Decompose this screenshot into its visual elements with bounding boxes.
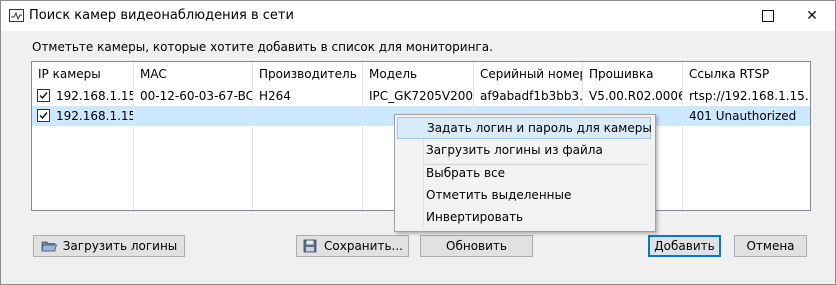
- cell-vendor: H264: [253, 86, 363, 106]
- menu-item-set-credentials[interactable]: Задать логин и пароль для камеры: [397, 117, 652, 139]
- floppy-disk-icon: [302, 239, 318, 253]
- cell-serial: af9abadf1b3bb3...: [474, 86, 583, 106]
- row-checkbox[interactable]: [37, 89, 50, 102]
- cell-firmware: V5.00.R02.0006...: [583, 86, 683, 106]
- table-row[interactable]: 192.168.1.158 00-12-60-03-67-BC H264 IPC…: [32, 86, 810, 106]
- cell-mac: [134, 106, 253, 126]
- title-bar[interactable]: Поиск камер видеонаблюдения в сети ✕: [1, 1, 835, 31]
- ip-value: 192.168.1.158: [56, 89, 133, 103]
- row-checkbox[interactable]: [37, 109, 50, 122]
- cell-model: IPC_GK7205V200...: [363, 86, 474, 106]
- cell-rtsp: 401 Unauthorized: [689, 109, 797, 123]
- refresh-button[interactable]: Обновить: [420, 235, 533, 257]
- menu-item-load-logins[interactable]: Загрузить логины из файла: [397, 139, 651, 161]
- cell-rtsp: rtsp://192.168.1.15...: [689, 89, 810, 103]
- menu-item-invert[interactable]: Инвертировать: [397, 206, 651, 228]
- maximize-icon: [762, 10, 774, 22]
- header-firmware[interactable]: Прошивка: [583, 62, 683, 86]
- cell-vendor: [253, 106, 363, 126]
- cell-mac: 00-12-60-03-67-BC: [134, 86, 253, 106]
- add-button[interactable]: Добавить: [648, 235, 721, 257]
- header-mac[interactable]: MAC: [134, 62, 253, 86]
- save-label: Сохранить...: [324, 239, 403, 253]
- cell-ip: 192.168.1.158: [32, 86, 134, 106]
- menu-item-select-all[interactable]: Выбрать все: [397, 162, 651, 184]
- refresh-label: Обновить: [446, 239, 507, 253]
- load-logins-label: Загрузить логины: [62, 239, 178, 253]
- cell-ip: 192.168.1.156: [32, 106, 134, 126]
- header-vendor[interactable]: Производитель: [253, 62, 363, 86]
- camera-search-dialog: Поиск камер видеонаблюдения в сети ✕ Отм…: [0, 0, 836, 285]
- folder-icon: [41, 239, 57, 253]
- close-button[interactable]: ✕: [789, 1, 835, 31]
- window-title: Поиск камер видеонаблюдения в сети: [29, 8, 294, 23]
- load-logins-button[interactable]: Загрузить логины: [33, 235, 185, 257]
- add-label: Добавить: [654, 239, 715, 253]
- menu-item-check-selected[interactable]: Отметить выделенные: [397, 184, 651, 206]
- save-button[interactable]: Сохранить...: [296, 235, 409, 257]
- app-icon: [9, 9, 24, 22]
- header-model[interactable]: Модель: [363, 62, 474, 86]
- instruction-text: Отметьте камеры, которые хотите добавить…: [32, 40, 493, 54]
- cancel-button[interactable]: Отмена: [734, 235, 807, 257]
- cancel-label: Отмена: [746, 239, 795, 253]
- maximize-button[interactable]: [745, 1, 791, 31]
- ip-value: 192.168.1.156: [56, 109, 133, 123]
- header-ip[interactable]: IP камеры: [32, 62, 134, 86]
- close-icon: ✕: [806, 8, 818, 24]
- header-serial[interactable]: Серийный номер: [474, 62, 583, 86]
- context-menu[interactable]: Задать логин и пароль для камеры Загрузи…: [394, 114, 656, 232]
- header-rtsp[interactable]: Ссылка RTSP: [683, 62, 810, 86]
